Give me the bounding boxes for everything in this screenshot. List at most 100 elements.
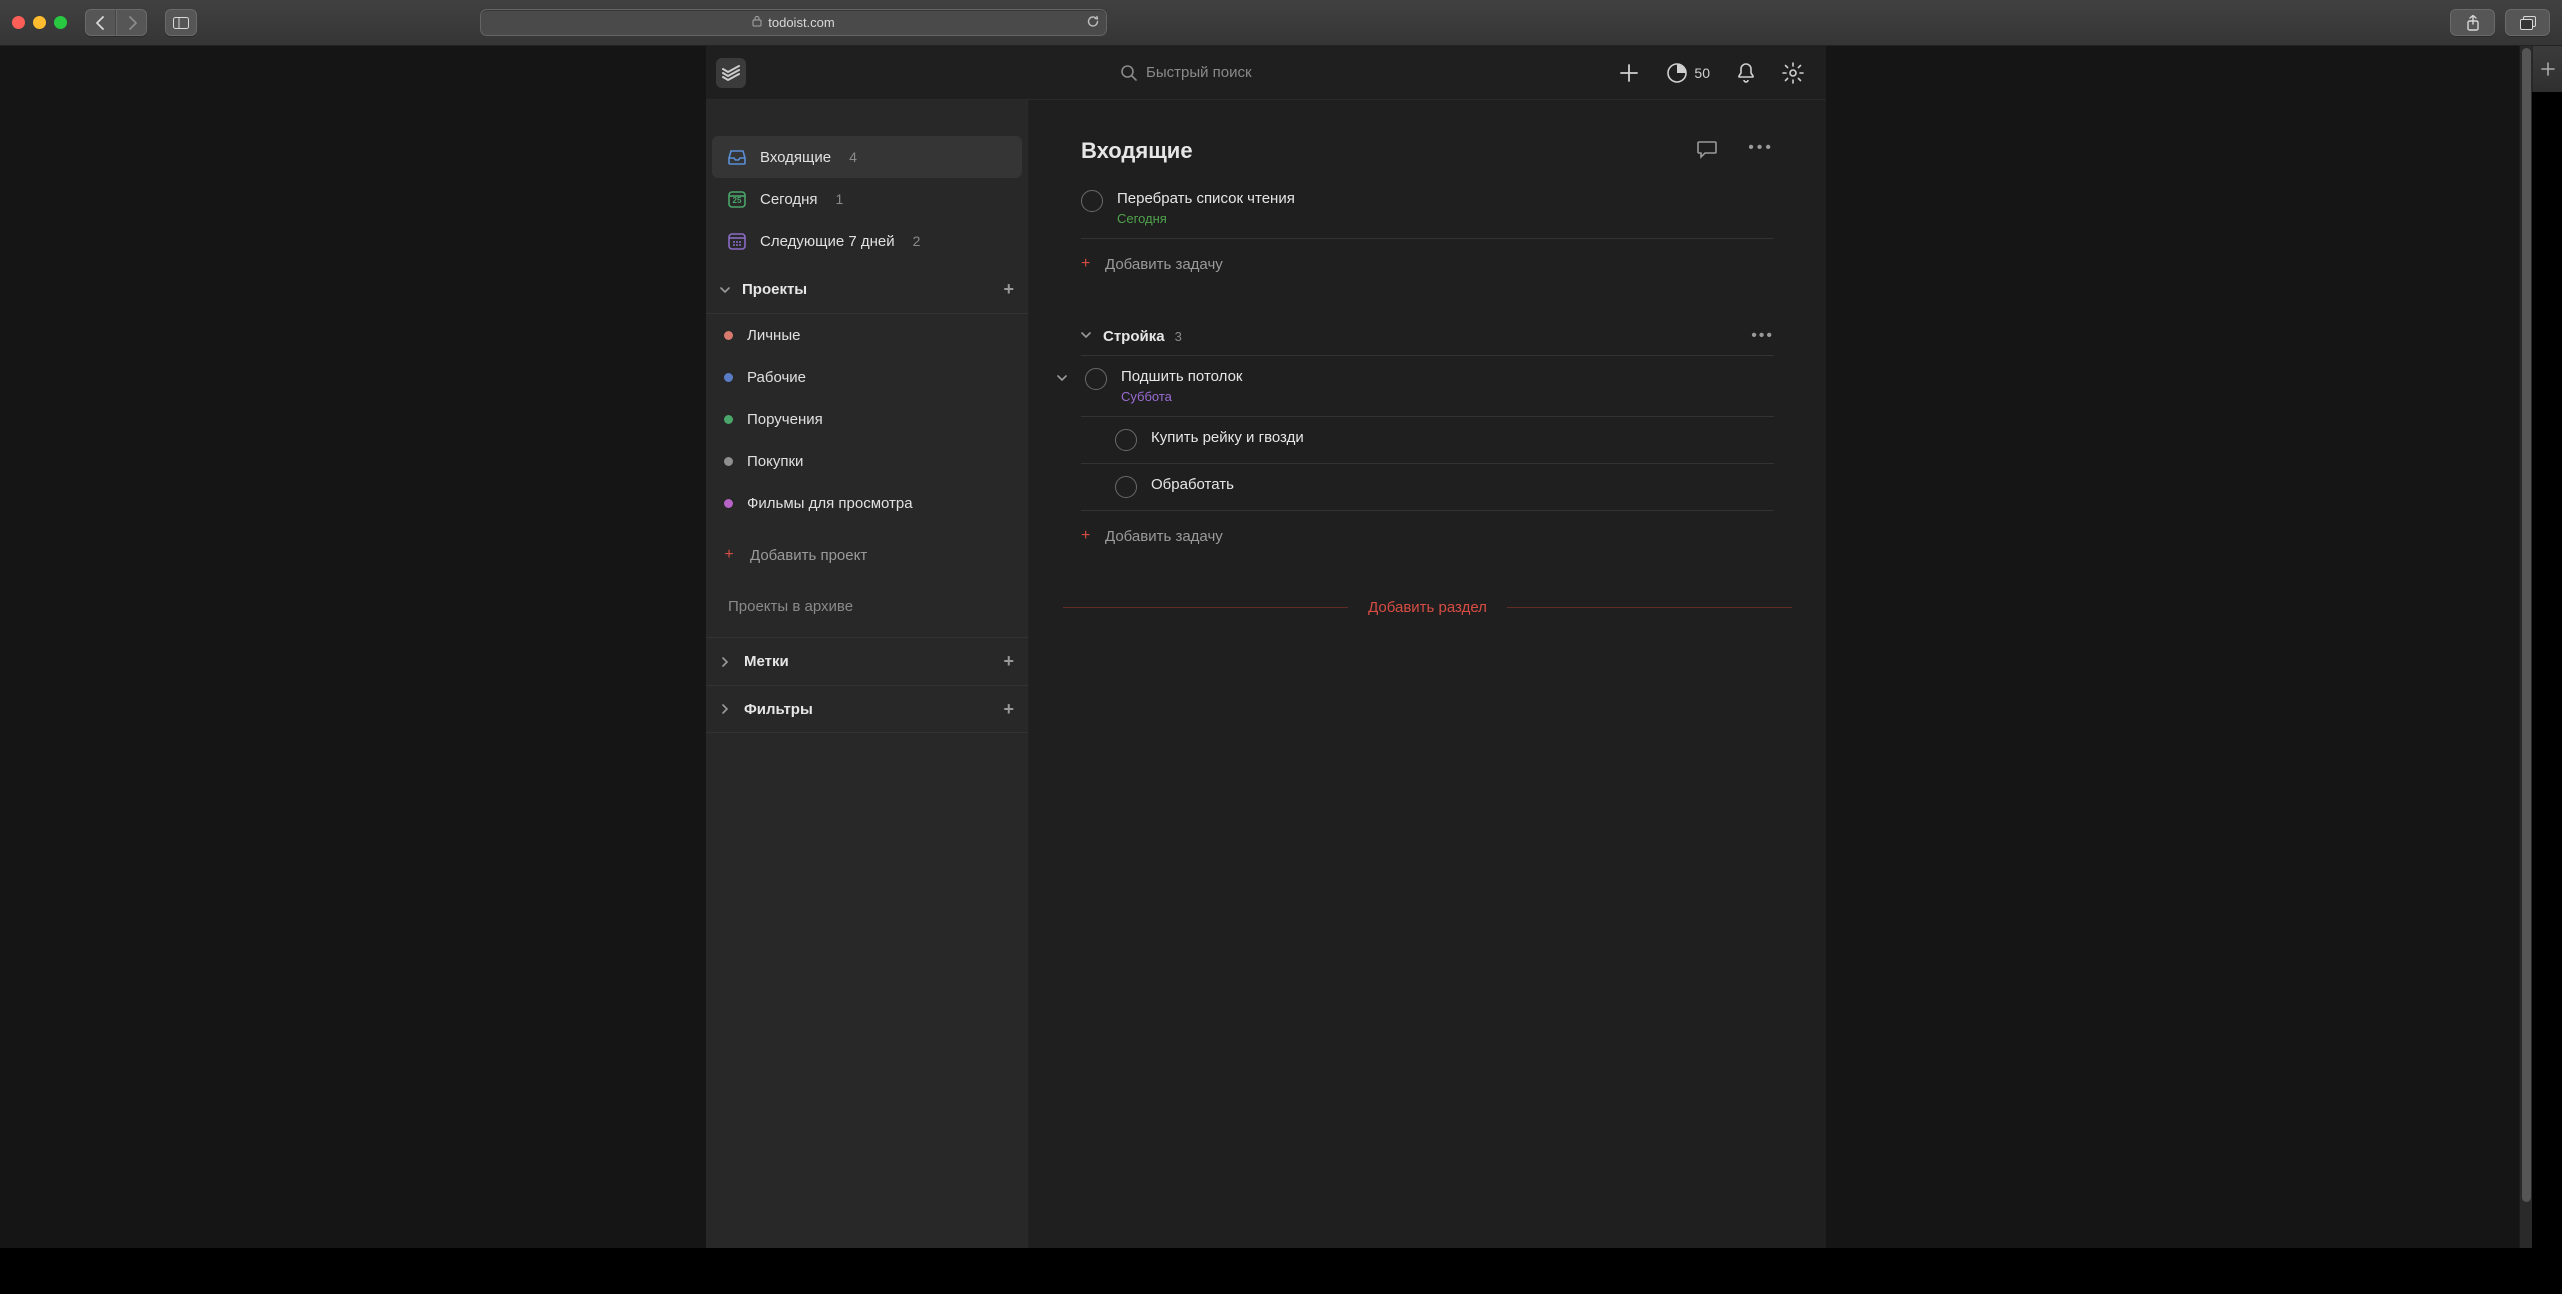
more-icon: •••	[1748, 139, 1774, 156]
task-row[interactable]: Перебрать список чтения Сегодня	[1081, 178, 1774, 239]
project-label: Покупки	[747, 453, 803, 470]
sidebar-item-count: 2	[913, 233, 921, 249]
todoist-logo-icon	[722, 64, 740, 82]
sidebar-project-item[interactable]: Поручения	[706, 398, 1028, 440]
task-date: Суббота	[1121, 389, 1243, 404]
add-section-button[interactable]: Добавить раздел	[1063, 599, 1792, 616]
notifications-button[interactable]	[1736, 62, 1756, 84]
search-icon	[1120, 64, 1138, 82]
divider	[1063, 607, 1348, 608]
sidebar-project-item[interactable]: Личные	[706, 314, 1028, 356]
inbox-icon	[726, 146, 748, 168]
task-row[interactable]: Подшить потолок Суббота	[1081, 356, 1774, 417]
safari-sidebar-button[interactable]	[165, 9, 197, 36]
section-more-button[interactable]: •••	[1751, 327, 1774, 345]
task-title: Перебрать список чтения	[1117, 190, 1295, 207]
section-name: Стройка	[1103, 328, 1165, 345]
task-checkbox[interactable]	[1115, 476, 1137, 498]
today-icon: 25	[726, 188, 748, 210]
productivity-button[interactable]: 50	[1666, 62, 1710, 84]
task-checkbox[interactable]	[1081, 190, 1103, 212]
share-icon	[2466, 15, 2480, 31]
safari-nav-buttons	[85, 9, 147, 36]
back-button[interactable]	[85, 9, 116, 36]
sidebar-item-label: Следующие 7 дней	[760, 233, 895, 250]
section-header[interactable]: Стройка 3 •••	[1081, 297, 1774, 356]
task-row[interactable]: Купить рейку и гвозди	[1081, 417, 1774, 464]
task-row[interactable]: Обработать	[1081, 464, 1774, 511]
task-checkbox[interactable]	[1115, 429, 1137, 451]
settings-button[interactable]	[1782, 62, 1804, 84]
sidebar-projects-header[interactable]: Проекты +	[706, 266, 1028, 314]
plus-icon	[1618, 62, 1640, 84]
add-project-label: Добавить проект	[750, 547, 867, 564]
comment-icon	[1696, 139, 1718, 159]
search-wrap	[1120, 64, 1346, 82]
chevron-left-icon	[95, 16, 107, 30]
comments-button[interactable]	[1696, 139, 1718, 164]
sidebar-project-item[interactable]: Рабочие	[706, 356, 1028, 398]
add-project-icon[interactable]: +	[1003, 279, 1014, 300]
minimize-window-icon[interactable]	[33, 16, 46, 29]
safari-tabs-button[interactable]	[2505, 9, 2550, 36]
sidebar-project-item[interactable]: Покупки	[706, 440, 1028, 482]
content: Входящие •••	[1029, 100, 1826, 1248]
chevron-right-icon	[720, 704, 734, 714]
plus-icon: +	[720, 546, 738, 564]
chevron-right-icon	[720, 657, 734, 667]
task-title: Купить рейку и гвозди	[1151, 429, 1304, 446]
project-label: Фильмы для просмотра	[747, 495, 913, 512]
safari-share-button[interactable]	[2450, 9, 2495, 36]
section-count: 3	[1175, 329, 1182, 344]
bell-icon	[1736, 62, 1756, 84]
add-section-label: Добавить раздел	[1348, 599, 1507, 616]
safari-toolbar: todoist.com	[0, 0, 2562, 46]
sidebar-labels-header[interactable]: Метки +	[706, 637, 1028, 685]
add-label-icon[interactable]: +	[1003, 651, 1014, 672]
sidebar-project-item[interactable]: Фильмы для просмотра	[706, 482, 1028, 524]
plus-icon: +	[1081, 255, 1091, 273]
maximize-window-icon[interactable]	[54, 16, 67, 29]
close-window-icon[interactable]	[12, 16, 25, 29]
archive-label: Проекты в архиве	[728, 598, 853, 615]
scrollbar-thumb[interactable]	[2522, 48, 2531, 1202]
sidebar-filters-header[interactable]: Фильтры +	[706, 685, 1028, 733]
app-body: Входящие 4 25 Сегодня 1	[706, 100, 1826, 1248]
today-day-number: 25	[726, 196, 748, 205]
plus-icon	[2541, 62, 2555, 76]
add-task-label: Добавить задачу	[1105, 528, 1223, 545]
sidebar-item-inbox[interactable]: Входящие 4	[712, 136, 1022, 178]
add-filter-icon[interactable]: +	[1003, 699, 1014, 720]
search-input[interactable]	[1146, 64, 1346, 81]
sidebar-item-count: 1	[836, 191, 844, 207]
sidebar-item-upcoming[interactable]: Следующие 7 дней 2	[712, 220, 1022, 262]
chevron-down-icon	[1081, 327, 1093, 345]
app-logo[interactable]	[716, 58, 746, 88]
todoist-app: 50 В	[706, 46, 1826, 1248]
projects-header-label: Проекты	[742, 281, 807, 298]
safari-address-bar[interactable]: todoist.com	[480, 9, 1107, 36]
productivity-icon	[1666, 62, 1688, 84]
sidebar-item-today[interactable]: 25 Сегодня 1	[712, 178, 1022, 220]
more-button[interactable]: •••	[1748, 139, 1774, 164]
sidebar-add-project[interactable]: + Добавить проект	[706, 534, 1028, 576]
add-task-button[interactable]: + Добавить задачу	[1081, 511, 1774, 569]
project-color-dot	[724, 457, 733, 466]
task-checkbox[interactable]	[1085, 368, 1107, 390]
tabs-icon	[2520, 16, 2536, 30]
safari-new-tab-button[interactable]	[2532, 46, 2562, 92]
sidebar-item-label: Входящие	[760, 149, 831, 166]
add-task-button[interactable]: + Добавить задачу	[1081, 239, 1774, 297]
header-actions: 50	[1618, 62, 1804, 84]
project-label: Поручения	[747, 411, 823, 428]
forward-button[interactable]	[116, 9, 147, 36]
reload-button[interactable]	[1086, 14, 1100, 31]
scrollbar[interactable]	[2519, 46, 2532, 1248]
quick-add-button[interactable]	[1618, 62, 1640, 84]
task-expand-button[interactable]	[1057, 370, 1071, 388]
upcoming-icon	[726, 230, 748, 252]
gear-icon	[1782, 62, 1804, 84]
filters-header-label: Фильтры	[744, 701, 813, 718]
window-controls	[12, 16, 67, 29]
sidebar-archive-link[interactable]: Проекты в архиве	[706, 576, 1028, 637]
